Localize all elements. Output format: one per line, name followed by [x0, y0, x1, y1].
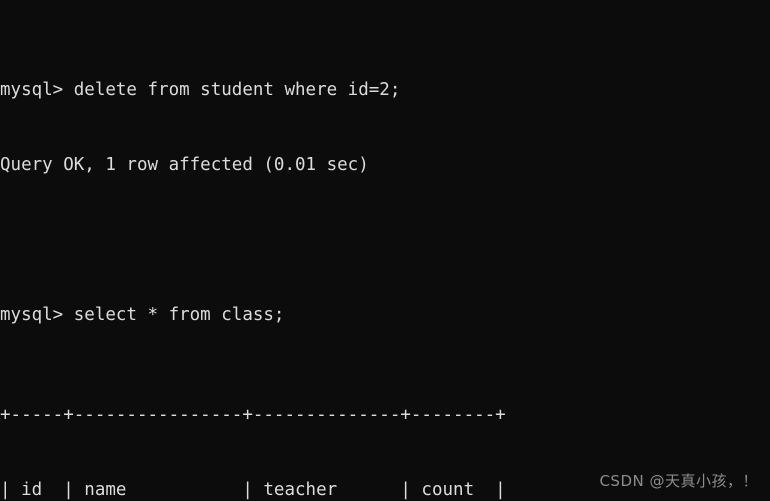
command-line-delete-student: mysql> delete from student where id=2;: [0, 80, 401, 100]
class-table-top-border: +-----+----------------+--------------+-…: [0, 405, 506, 425]
terminal-window[interactable]: mysql> delete from student where id=2; Q…: [0, 0, 770, 501]
csdn-watermark: CSDN @天真小孩，！: [599, 472, 758, 490]
terminal-output: mysql> delete from student where id=2; Q…: [0, 3, 506, 501]
status-line-query-ok: Query OK, 1 row affected (0.01 sec): [0, 155, 369, 175]
class-table-header-row: | id | name | teacher | count |: [0, 480, 506, 500]
command-line-select-class: mysql> select * from class;: [0, 305, 285, 325]
